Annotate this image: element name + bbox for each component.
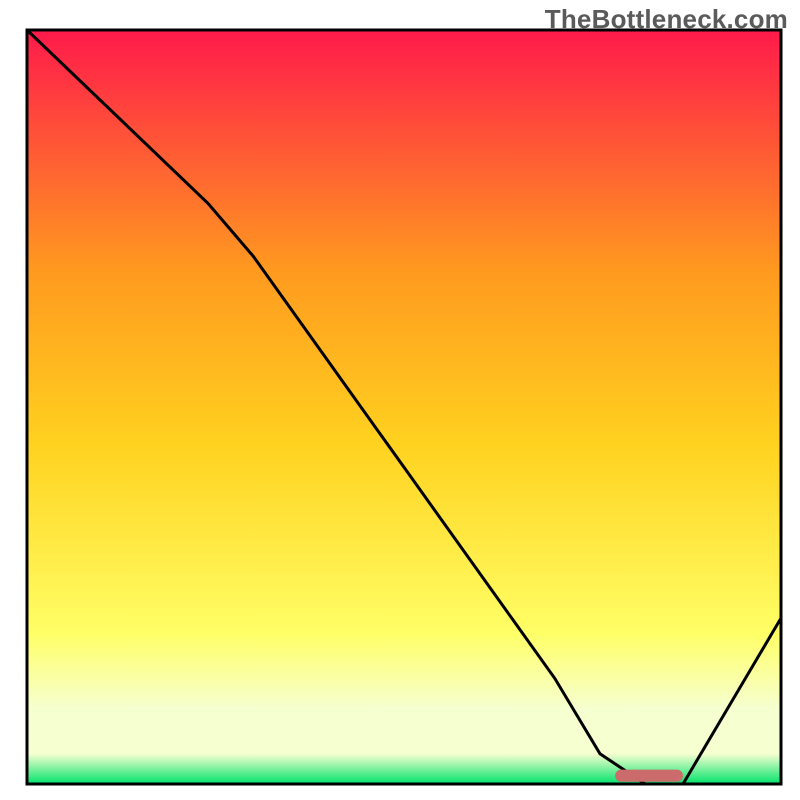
- bottleneck-chart: [0, 0, 800, 800]
- watermark-label: TheBottleneck.com: [545, 4, 788, 35]
- optimal-range-marker: [615, 770, 683, 782]
- gradient-background: [27, 30, 781, 784]
